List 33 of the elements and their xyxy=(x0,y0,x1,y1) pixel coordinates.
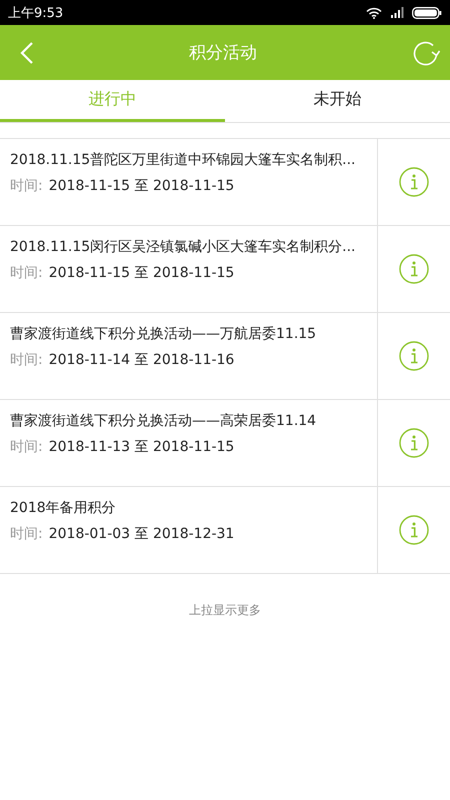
page-title: 积分活动 xyxy=(189,42,257,64)
time-range: 2018-11-15 至 2018-11-15 xyxy=(48,264,234,282)
info-icon[interactable] xyxy=(399,167,429,197)
time-label: 时间: xyxy=(10,264,43,282)
time-range: 2018-11-13 至 2018-11-15 xyxy=(48,438,234,456)
time-label: 时间: xyxy=(10,177,43,195)
battery-icon xyxy=(412,6,442,18)
activity-title: 2018.11.15普陀区万里街道中环锦园大篷车实名制积... xyxy=(10,151,357,169)
info-icon[interactable] xyxy=(399,341,429,371)
time-label: 时间: xyxy=(10,351,43,369)
info-icon[interactable] xyxy=(399,515,429,545)
activity-title: 曹家渡街道线下积分兑换活动——万航居委11.15 xyxy=(10,325,318,343)
activity-title: 2018.11.15闵行区吴泾镇氯碱小区大篷车实名制积分... xyxy=(10,238,357,256)
time-range: 2018-01-03 至 2018-12-31 xyxy=(48,525,234,543)
load-more-hint: 上拉显示更多 xyxy=(188,602,262,619)
time-range: 2018-11-14 至 2018-11-16 xyxy=(48,351,234,369)
activity-row[interactable]: 2018.11.15闵行区吴泾镇氯碱小区大篷车实名制积分... 时间: 2018-11-15 至 2018-11-15 xyxy=(0,226,450,313)
time-label: 时间: xyxy=(10,525,43,543)
activity-row[interactable]: 2018年备用积分 时间: 2018-01-03 至 2018-12-31 xyxy=(0,487,450,574)
status-time: 上午9:53 xyxy=(8,4,64,22)
time-label: 时间: xyxy=(10,438,43,456)
activity-row[interactable]: 2018.11.15普陀区万里街道中环锦园大篷车实名制积... 时间: 2018-11-15 至 2018-11-15 xyxy=(0,139,450,226)
activity-title: 2018年备用积分 xyxy=(10,499,117,517)
activity-title: 曹家渡街道线下积分兑换活动——高荣居委11.14 xyxy=(10,412,318,430)
signal-icon xyxy=(390,7,404,18)
info-icon[interactable] xyxy=(399,254,429,284)
wifi-icon xyxy=(366,6,382,18)
time-range: 2018-11-15 至 2018-11-15 xyxy=(48,177,234,195)
back-icon[interactable] xyxy=(20,40,34,64)
activity-row[interactable]: 曹家渡街道线下积分兑换活动——万航居委11.15 时间: 2018-11-14 至 2018-11-16 xyxy=(0,313,450,400)
activity-row[interactable]: 曹家渡街道线下积分兑换活动——高荣居委11.14 时间: 2018-11-13 至 2018-11-15 xyxy=(0,400,450,487)
info-icon[interactable] xyxy=(399,428,429,458)
refresh-icon[interactable] xyxy=(412,40,440,66)
